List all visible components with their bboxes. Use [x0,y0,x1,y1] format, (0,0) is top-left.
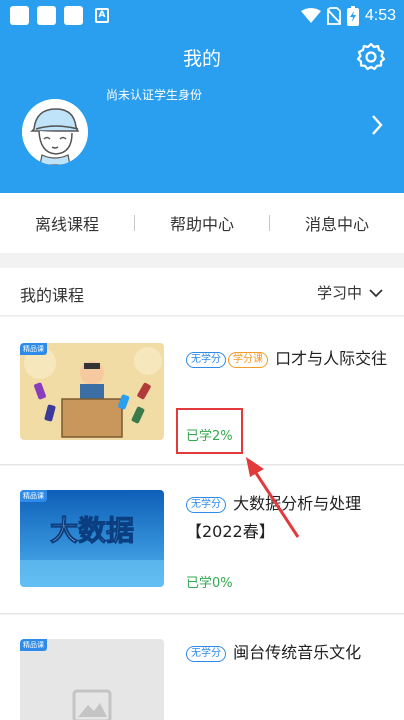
course-title-block: 无学分 闽台传统音乐文化 [186,639,392,667]
filter-label: 学习中 [316,284,362,302]
my-courses-title: 我的课程 [20,286,85,305]
course-card[interactable]: 精品课 无学分 闽台传统音乐文化 [0,615,404,720]
wifi-icon [300,8,321,23]
battery-icon [346,6,359,26]
quality-tag: 精品课 [20,490,47,502]
no-credit-badge: 无学分 [186,497,226,513]
chevron-down-icon [369,288,383,297]
no-sim-icon [326,7,341,25]
my-courses-header: 我的课程 学习中 [0,268,404,316]
course-title-block: 无学分 学分课 口才与人际交往 [186,345,392,373]
notification-icon [37,6,56,25]
course-title: 闽台传统音乐文化 [233,643,362,662]
no-credit-badge: 无学分 [186,352,226,368]
a-icon: A [95,8,109,23]
course-title: 口才与人际交往 [275,349,388,368]
annotation-arrow-icon [246,457,300,538]
status-time: 4:53 [364,7,396,24]
quality-tag: 精品课 [20,639,47,651]
chevron-right-icon[interactable] [370,113,384,137]
no-credit-badge: 无学分 [186,646,226,662]
status-right: 4:53 [300,4,396,28]
help-center-link[interactable]: 帮助中心 [135,211,269,235]
course-thumbnail: 精品课 [20,639,164,720]
profile-header: A 4:53 我的 尚未认证学生身份 [0,0,404,193]
thumb-text: 大数据 [50,514,134,547]
avatar-illustration [22,99,88,165]
image-placeholder-icon [20,639,164,720]
course-status-filter[interactable]: 学习中 [317,282,384,303]
course-thumbnail: 精品课 大数据 [20,490,164,587]
credit-course-badge: 学分课 [228,352,268,368]
course-thumbnail: 精品课 [20,343,164,440]
course-card[interactable]: 精品课 大数据 无学分 大数据分析与处理【2022春】 已学0% [0,466,404,614]
quick-links-bar: 离线课程 帮助中心 消息中心 [0,193,404,253]
speaker-podium-illustration [20,343,164,440]
avatar[interactable] [22,99,88,165]
status-bar: A 4:53 [0,0,404,32]
auth-status-text[interactable]: 尚未认证学生身份 [106,86,202,103]
page-title: 我的 [182,48,221,70]
offline-courses-link[interactable]: 离线课程 [0,211,134,235]
message-center-link[interactable]: 消息中心 [270,211,404,235]
course-progress: 已学0% [186,576,233,591]
notification-icon [10,6,29,25]
settings-gear-icon[interactable] [356,42,386,72]
big-data-illustration: 大数据 [20,490,164,587]
quality-tag: 精品课 [20,343,47,355]
highlight-box [176,408,243,454]
notification-icon [64,6,83,25]
